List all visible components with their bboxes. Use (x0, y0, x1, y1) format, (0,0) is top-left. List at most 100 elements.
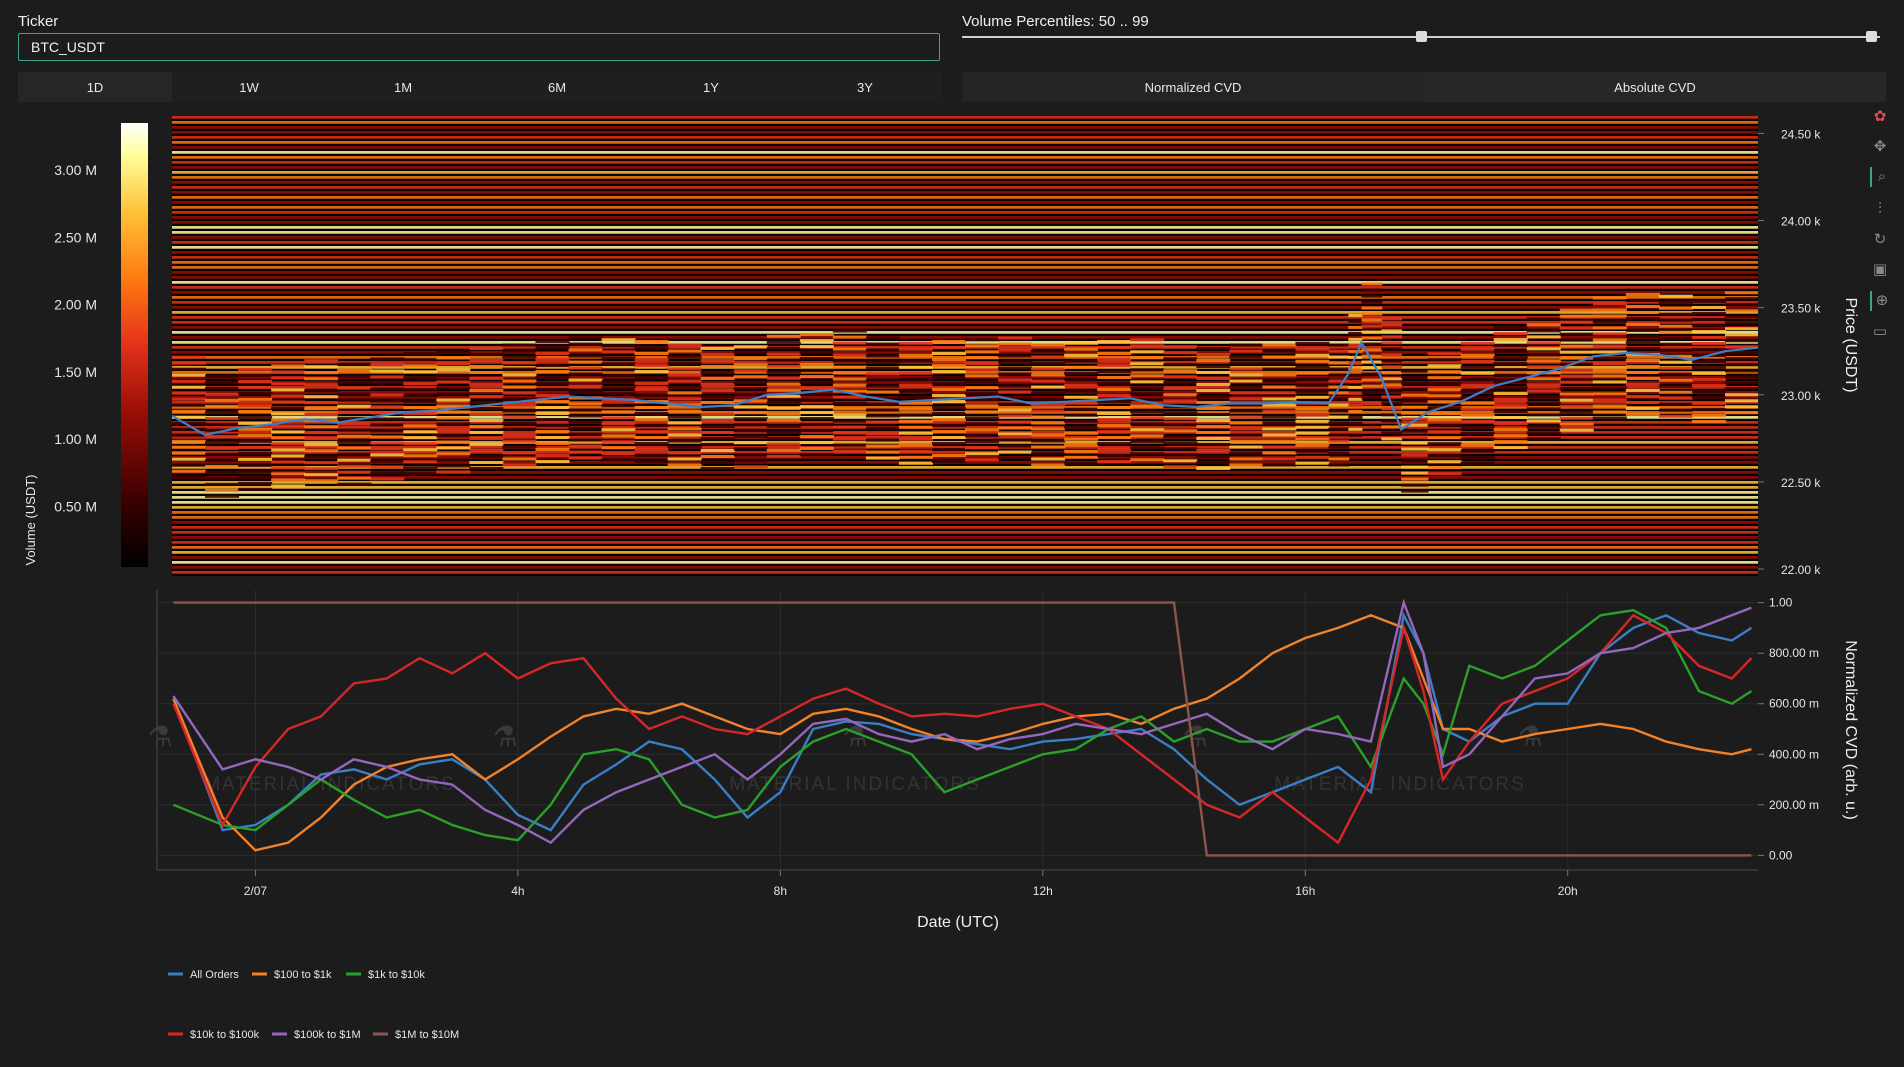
heatmap-cell (1031, 361, 1066, 365)
heatmap-cell (667, 433, 702, 437)
heatmap-cell (931, 406, 966, 410)
heatmap-cell (634, 364, 669, 368)
heatmap-cell (766, 334, 801, 338)
heatmap-cell (766, 370, 801, 374)
heatmap-cell (931, 442, 966, 446)
legend-item-label[interactable]: $10k to $100k (190, 1029, 260, 1041)
heatmap-cell (634, 454, 669, 458)
heatmap-cell (700, 382, 735, 386)
heatmap-cell (865, 414, 900, 418)
heatmap-cell (436, 356, 471, 360)
heatmap-cell (1130, 380, 1165, 384)
heatmap-cell (172, 445, 207, 449)
heatmap-cell (436, 470, 471, 474)
heatmap-cell (1031, 433, 1066, 437)
heatmap-cell (535, 346, 570, 350)
heatmap-cell (1031, 427, 1066, 431)
heatmap-cell (1401, 489, 1429, 493)
heatmap-cell (1401, 453, 1429, 457)
heatmap-cell (1064, 347, 1099, 351)
heatmap-cell (1658, 408, 1693, 412)
heatmap-cell (205, 440, 240, 444)
heatmap-cell (238, 439, 273, 443)
heatmap-cell (601, 374, 636, 378)
heatmap-cell (1328, 349, 1350, 353)
heatmap-cell (1295, 425, 1330, 429)
legend-item-label[interactable]: $1M to $10M (395, 1029, 459, 1041)
heatmap-cell (1381, 323, 1403, 327)
heatmap-band (172, 301, 1758, 304)
heatmap-cell (1625, 340, 1660, 344)
heatmap-cell (1163, 345, 1198, 349)
heatmap-cell (535, 364, 570, 368)
heatmap-cell (370, 453, 405, 457)
heatmap-cell (832, 401, 867, 405)
heatmap-cell (205, 470, 240, 474)
heatmap-band (172, 566, 1758, 569)
heatmap-cell (238, 433, 273, 437)
heatmap-cell (469, 376, 504, 380)
heatmap-cell (1460, 449, 1495, 453)
heatmap-cell (205, 464, 240, 468)
heatmap-cell (1559, 374, 1594, 378)
heatmap-cell (1328, 379, 1350, 383)
heatmap-cell (337, 428, 372, 432)
heatmap-cell (1196, 352, 1231, 356)
heatmap-cell (601, 404, 636, 408)
heatmap-cell (1348, 427, 1363, 431)
heatmap-cell (667, 439, 702, 443)
heatmap-cell (1130, 458, 1165, 462)
x-tick-label: 8h (774, 884, 787, 898)
heatmap-band (172, 126, 1758, 129)
heatmap-band (172, 266, 1758, 269)
legend-item-label[interactable]: $1k to $10k (368, 969, 425, 981)
price-tick-label: 23.50 k (1781, 302, 1821, 316)
heatmap-cell (799, 441, 834, 445)
heatmap-cell (502, 343, 537, 347)
legend-item-label[interactable]: $100 to $1k (274, 969, 332, 981)
heatmap-cell (1493, 332, 1528, 336)
heatmap-cell (1229, 427, 1264, 431)
legend-item-label[interactable]: $100k to $1M (294, 1029, 361, 1041)
heatmap-band (172, 166, 1758, 169)
heatmap-cell (1262, 451, 1297, 455)
heatmap-cell (1427, 448, 1462, 452)
heatmap-cell (1401, 441, 1429, 445)
heatmap-cell (337, 470, 372, 474)
heatmap-cell (568, 390, 603, 394)
heatmap-cell (766, 412, 801, 416)
heatmap-cell (1691, 305, 1726, 309)
heatmap-cell (1196, 442, 1231, 446)
heatmap-cell (1381, 377, 1403, 381)
heatmap-cell (1559, 380, 1594, 384)
heatmap-cell (1592, 368, 1627, 372)
heatmap-cell (1493, 356, 1528, 360)
heatmap-cell (436, 386, 471, 390)
heatmap-cell (1658, 360, 1693, 364)
heatmap-cell (733, 417, 768, 421)
heatmap-cell (1559, 428, 1594, 432)
heatmap-cell (1658, 366, 1693, 370)
heatmap-cell (1130, 452, 1165, 456)
heatmap-cell (1427, 388, 1462, 392)
heatmap-cell (535, 358, 570, 362)
heatmap-cell (271, 448, 306, 452)
legend-item-label[interactable]: All Orders (190, 969, 239, 981)
heatmap-cell (799, 363, 834, 367)
heatmap-cell (1526, 329, 1561, 333)
heatmap-cell (1130, 350, 1165, 354)
heatmap-cell (370, 405, 405, 409)
heatmap-band (172, 281, 1758, 284)
heatmap-cell (1526, 419, 1561, 423)
heatmap-cell (205, 416, 240, 420)
heatmap-cell (1427, 364, 1462, 368)
cvd-tick-label: 1.00 (1769, 596, 1793, 610)
heatmap-cell (667, 427, 702, 431)
heatmap-cell (337, 368, 372, 372)
heatmap-cell (865, 348, 900, 352)
heatmap-cell (898, 395, 933, 399)
heatmap-cell (601, 434, 636, 438)
heatmap-cell (832, 371, 867, 375)
heatmap-cell (1460, 461, 1495, 465)
heatmap-cell (1361, 318, 1383, 322)
